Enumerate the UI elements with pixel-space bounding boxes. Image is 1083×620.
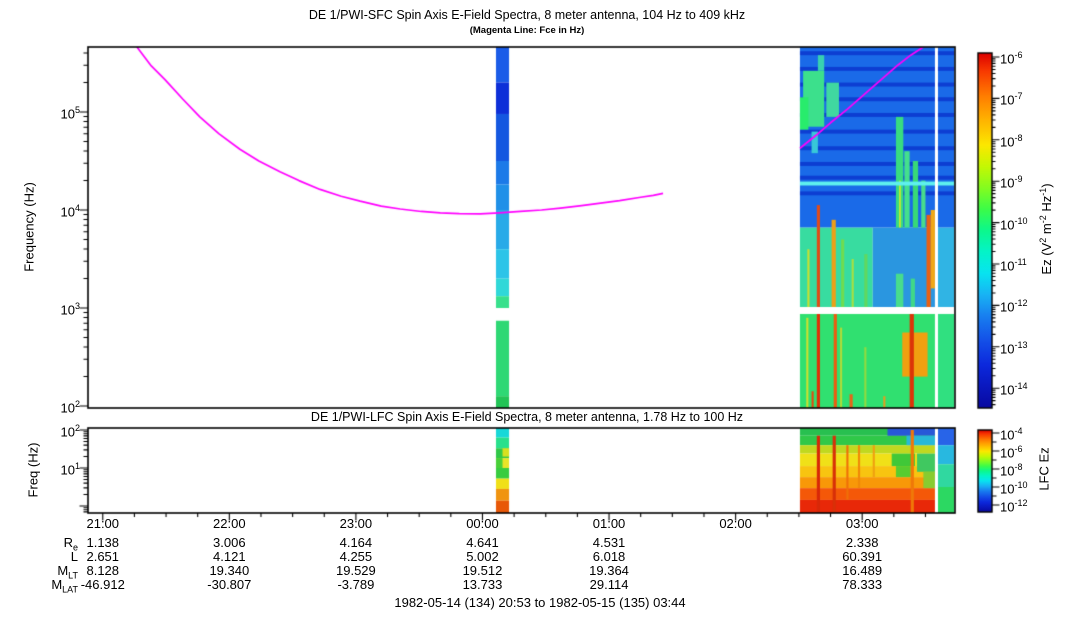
lfc-panel-title: DE 1/PWI-LFC Spin Axis E-Field Spectra, … [310,410,744,424]
ephemeris-value: 2.338 [845,535,879,550]
sfc-colorbar-tick-label: 10-14 [1000,381,1028,398]
lfc-colorbar-tick-label: 10-4 [1000,426,1023,443]
ephemeris-value: 1.138 [86,535,120,550]
time-tick-label: 01:00 [592,516,626,531]
ephemeris-value: 2.651 [86,549,120,564]
lfc-colorbar-tick-label: 10-6 [1000,444,1023,461]
ephemeris-value: 4.531 [592,535,626,550]
sfc-colorbar-tick-label: 10-10 [1000,215,1028,232]
spectrogram-canvas [0,0,1083,620]
ephemeris-value: 19.512 [462,563,503,578]
ephemeris-value: 4.164 [339,535,373,550]
ephemeris-value: 19.340 [209,563,250,578]
sfc-y-axis-label: Frequency (Hz) [21,182,37,272]
time-tick-label: 22:00 [213,516,246,531]
sfc-ytick-label: 104 [60,203,80,220]
ephemeris-value: 4.255 [339,549,373,564]
lfc-colorbar-tick-label: 10-10 [1000,480,1028,497]
ephemeris-value: -46.912 [80,577,125,592]
ephemeris-value: 5.002 [466,549,499,564]
lfc-ytick-label: 101 [60,461,80,478]
lfc-colorbar-tick-label: 10-12 [1000,498,1028,515]
sfc-colorbar-tick-label: 10-7 [1000,91,1023,108]
time-tick-label: 00:00 [466,516,499,531]
time-tick-label: 03:00 [845,516,879,531]
time-tick-label: 23:00 [339,516,373,531]
spectrogram-page: DE 1/PWI-SFC Spin Axis E-Field Spectra, … [0,0,1083,620]
ephemeris-value: 16.489 [842,563,883,578]
ephemeris-value: -30.807 [207,577,252,592]
sfc-colorbar-tick-label: 10-11 [1000,257,1027,274]
ephemeris-value: 60.391 [842,549,883,564]
lfc-ytick-label: 102 [60,423,80,440]
lfc-colorbar-tick-label: 10-8 [1000,462,1023,479]
ephemeris-value: 19.364 [589,563,629,578]
sfc-colorbar-tick-label: 10-6 [1000,50,1023,67]
ephemeris-value: 29.114 [589,577,629,592]
ephemeris-value: 19.529 [336,563,376,578]
sfc-colorbar-tick-label: 10-8 [1000,132,1023,150]
sfc-ytick-label: 105 [60,105,80,122]
ephemeris-value: 4.121 [213,549,246,564]
fce-subtitle: (Magenta Line: Fce in Hz) [469,25,585,36]
ephemeris-value: 78.333 [842,577,883,592]
lfc-colorbar-label: LFC Ez [1036,447,1052,491]
sfc-colorbar-tick-label: 10-12 [1000,298,1028,315]
ephemeris-value: 8.128 [86,563,120,578]
sfc-colorbar-tick-label: 10-13 [1000,339,1028,357]
time-tick-label: 21:00 [86,516,120,531]
sfc-panel-title: DE 1/PWI-SFC Spin Axis E-Field Spectra, … [308,8,746,22]
ephemeris-value: 3.006 [213,535,246,550]
ephemeris-value: 4.641 [466,535,499,550]
ephemeris-value: -3.789 [337,577,375,592]
sfc-ytick-label: 102 [60,399,80,416]
sfc-ytick-label: 103 [60,301,80,318]
sfc-colorbar-label: Ez (V2 m-2 Hz-1) [1037,183,1055,275]
time-tick-label: 02:00 [719,516,752,531]
ephemeris-value: 6.018 [592,549,626,564]
ephemeris-value: 13.733 [462,577,503,592]
sfc-colorbar-tick-label: 10-9 [1000,174,1023,191]
time-range-footer: 1982-05-14 (134) 20:53 to 1982-05-15 (13… [394,595,686,610]
